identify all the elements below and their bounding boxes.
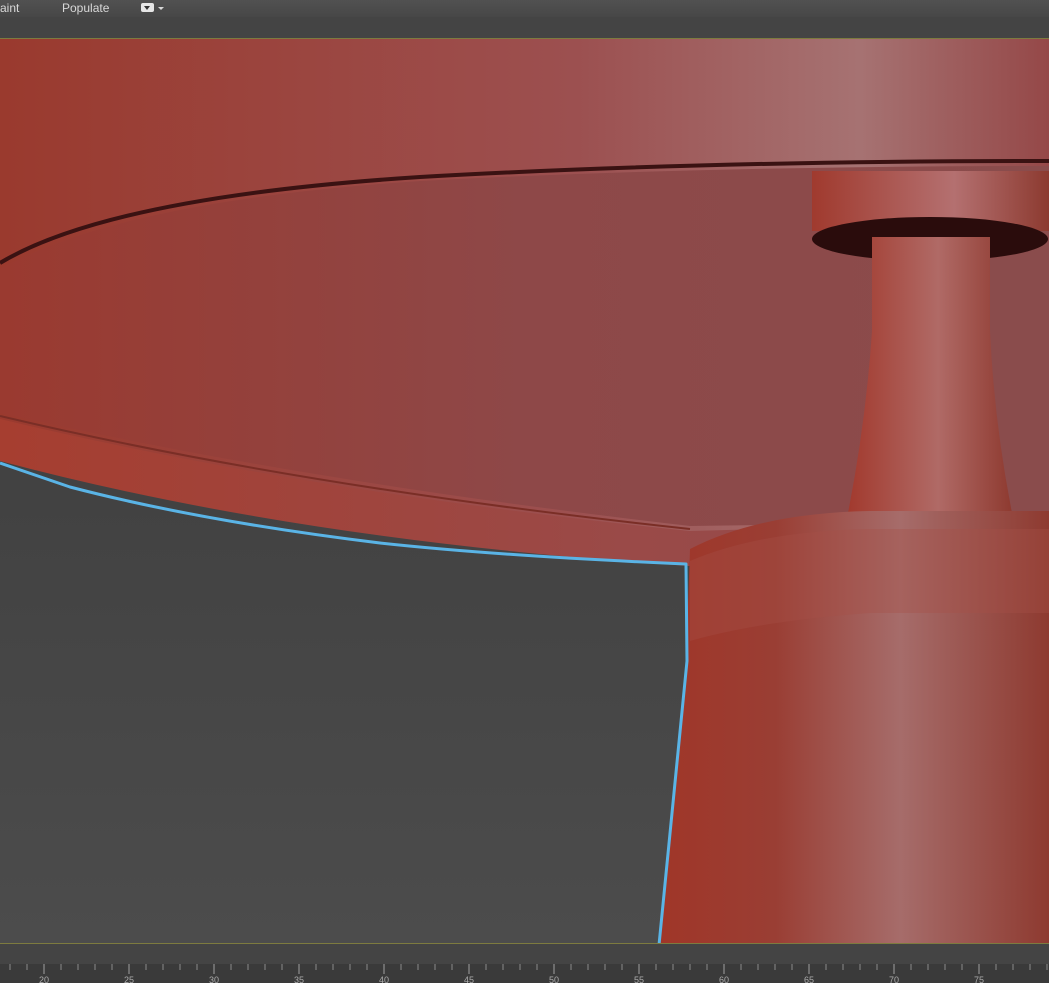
timeline-ruler[interactable]: 20 25 30 35 40 45 50 55 60 65 70 75 <box>0 964 1049 983</box>
timeline-tick-label: 55 <box>634 975 644 983</box>
timeline-tick-label: 45 <box>464 975 474 983</box>
viewport-scene <box>0 39 1049 943</box>
timeline-tick-label: 35 <box>294 975 304 983</box>
timeline-tick-label: 40 <box>379 975 389 983</box>
post-stem <box>848 237 1012 513</box>
timeline-tick-label: 50 <box>549 975 559 983</box>
dropdown-arrow-icon <box>158 7 164 10</box>
timeline-ruler-ticks: 20 25 30 35 40 45 50 55 60 65 70 75 <box>9 964 1048 983</box>
menu-bar: aint Populate <box>0 0 1049 17</box>
timeline-tick-label: 65 <box>804 975 814 983</box>
timeline-tick-label: 60 <box>719 975 729 983</box>
timeline-tick-label: 70 <box>889 975 899 983</box>
ribbon-area <box>0 17 1049 38</box>
ribbon-toggle-button[interactable] <box>141 2 165 14</box>
timeline-tick-label: 75 <box>974 975 984 983</box>
menu-item-paint[interactable]: aint <box>0 1 19 15</box>
timeline-tick-label: 25 <box>124 975 134 983</box>
timeline-tick-label: 20 <box>39 975 49 983</box>
menu-item-populate[interactable]: Populate <box>62 1 109 15</box>
minimize-ribbon-icon <box>141 3 154 12</box>
track-bar-header <box>0 944 1049 964</box>
perspective-viewport[interactable] <box>0 38 1049 944</box>
timeline-tick-label: 30 <box>209 975 219 983</box>
